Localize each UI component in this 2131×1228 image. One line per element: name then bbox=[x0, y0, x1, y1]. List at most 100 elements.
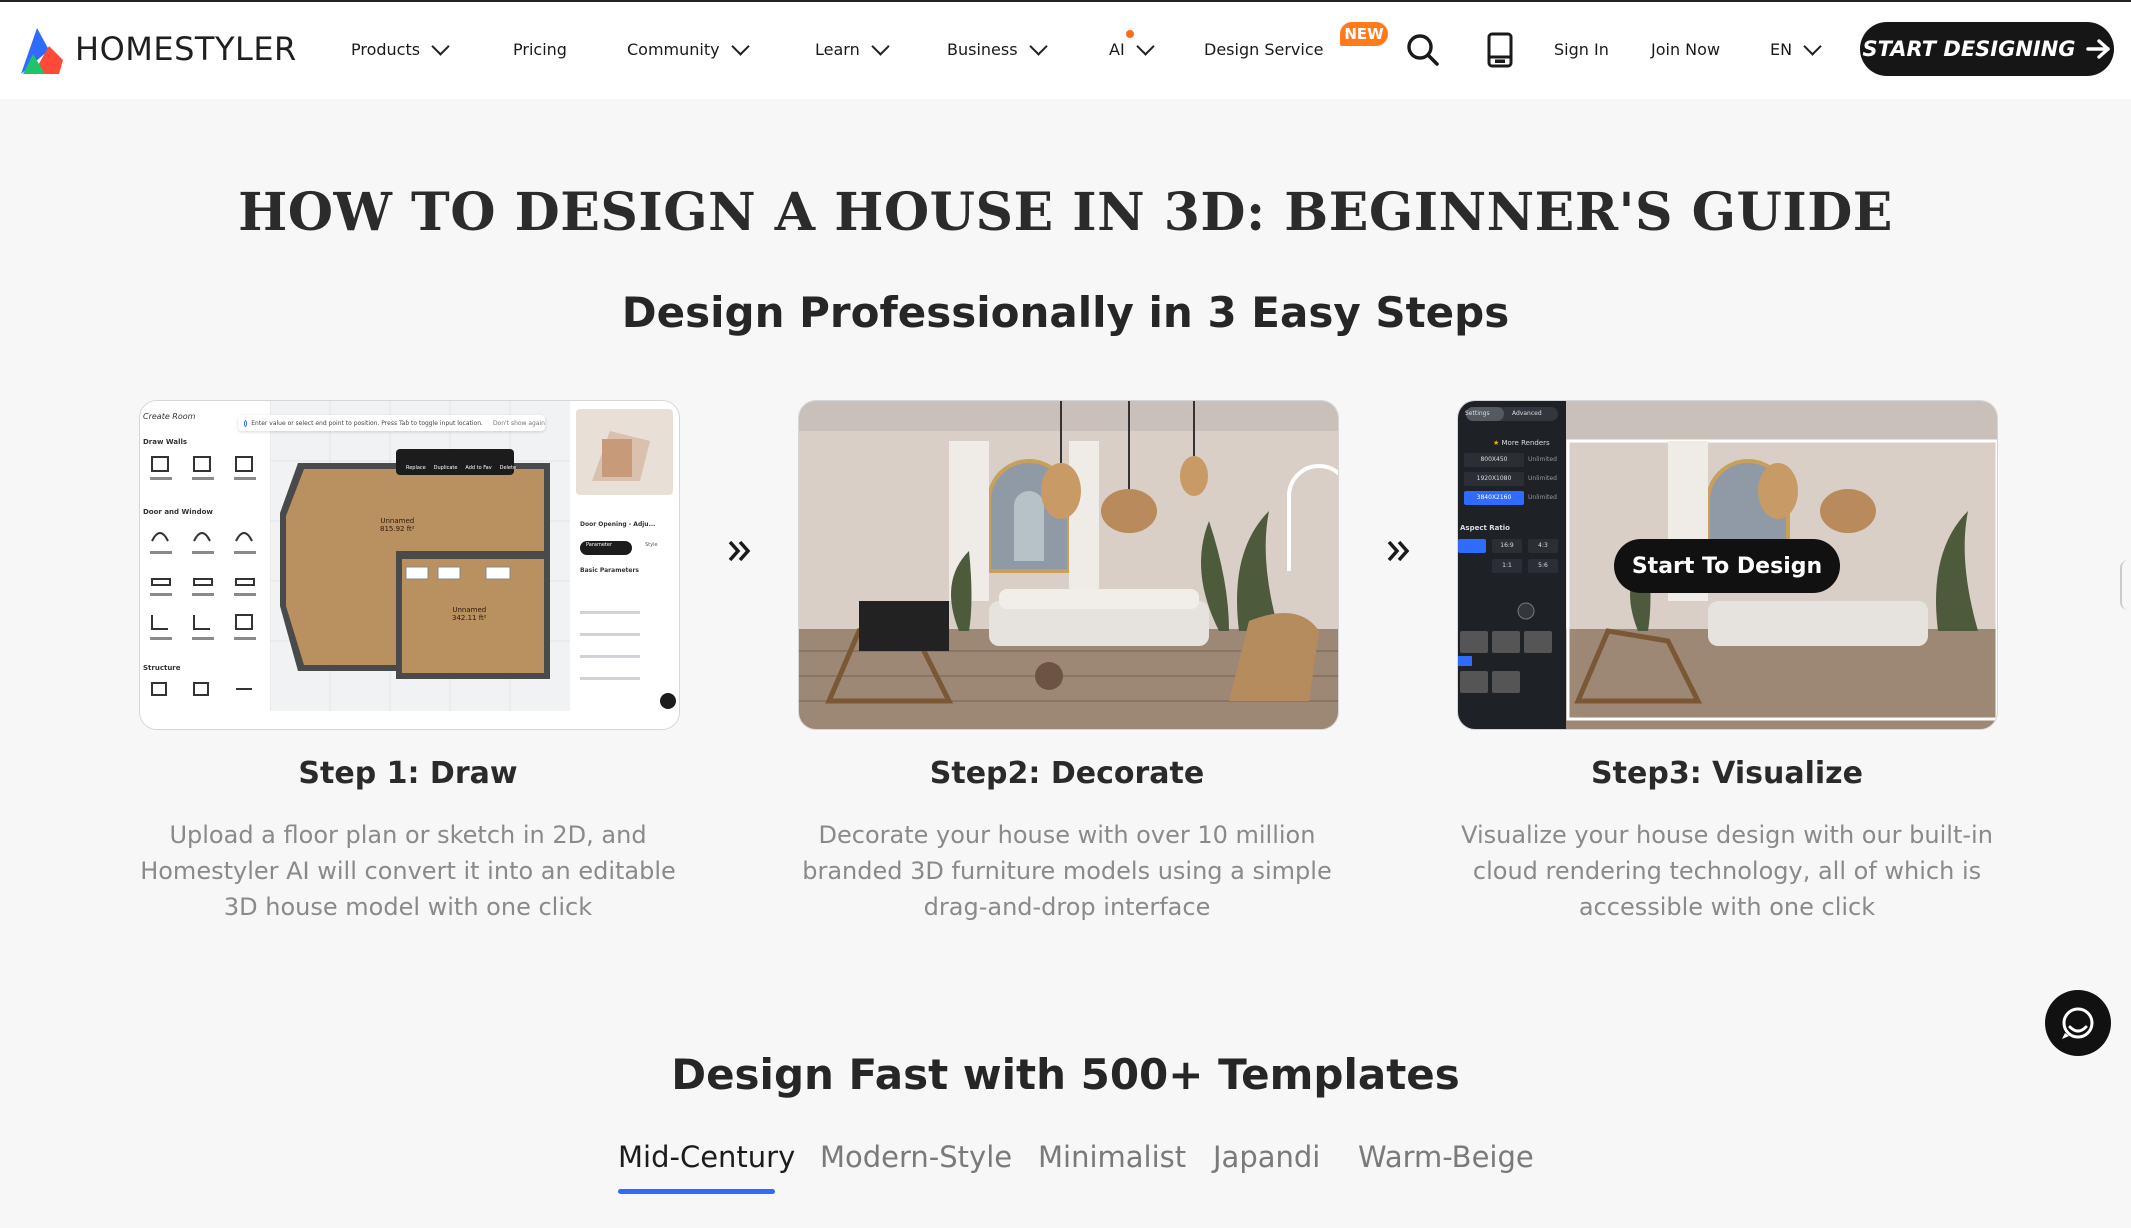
arrow-right-icon bbox=[2085, 39, 2110, 59]
room-2-name: Unnamed bbox=[452, 606, 487, 614]
props-tab-parameter: Parameter bbox=[586, 542, 613, 548]
search-icon bbox=[1407, 34, 1439, 66]
tab-japandi[interactable]: Japandi bbox=[1213, 1140, 1320, 1174]
nav-products-label: Products bbox=[351, 40, 421, 59]
room-label-2: Unnamed 342.11 ft² bbox=[452, 606, 487, 622]
homestyler-logo-icon bbox=[21, 28, 63, 74]
site-header: HOMESTYLER Products Pricing Community Le… bbox=[0, 0, 2131, 99]
toolbar-replace: Replace bbox=[405, 465, 426, 471]
steps-heading: Design Professionally in 3 Easy Steps bbox=[621, 288, 1510, 337]
more-renders-link: ★ More Renders bbox=[1493, 439, 1550, 447]
ratio-option: 4:3 bbox=[1538, 542, 1548, 549]
template-style-tabs: Mid-Century Modern-Style Minimalist Japa… bbox=[0, 1140, 2131, 1200]
mobile-app-button[interactable] bbox=[1478, 28, 1522, 72]
floor-plan-editor-illustration bbox=[140, 401, 679, 729]
props-tab-style: Style bbox=[645, 542, 658, 548]
sign-in-label: Sign In bbox=[1554, 40, 1609, 59]
chevron-down-icon bbox=[871, 37, 890, 56]
resolution-limit: Unlimited bbox=[1528, 475, 1557, 482]
chevron-down-icon bbox=[730, 37, 750, 56]
nav-community-label: Community bbox=[627, 40, 720, 59]
tab-modern-style[interactable]: Modern-Style bbox=[820, 1140, 1012, 1174]
step-2-title: Step2: Decorate bbox=[929, 756, 1205, 791]
toolbar-add-fav: Add to Fav bbox=[465, 465, 492, 471]
room-1-area: 815.92 ft² bbox=[380, 525, 415, 533]
step-arrow-icon bbox=[1383, 536, 1413, 566]
join-now-label: Join Now bbox=[1651, 40, 1721, 59]
editor-section-structure: Structure bbox=[143, 664, 181, 672]
step-3-description: Visualize your house design with our bui… bbox=[1461, 821, 1993, 921]
nav-ai[interactable]: AI bbox=[1109, 2, 1155, 97]
search-button[interactable] bbox=[1401, 28, 1445, 72]
step-arrow-icon bbox=[724, 536, 754, 566]
render-tab-settings: Settings bbox=[1465, 410, 1490, 417]
room-1-name: Unnamed bbox=[380, 517, 415, 525]
nav-learn[interactable]: Learn bbox=[815, 2, 890, 97]
editor-section-walls: Draw Walls bbox=[143, 438, 188, 446]
ratio-option: 16:9 bbox=[1500, 542, 1514, 549]
room-2-area: 342.11 ft² bbox=[452, 614, 487, 622]
start-designing-label: START DESIGNING bbox=[1862, 37, 2076, 61]
editor-hint-text: Enter value or select end point to posit… bbox=[251, 419, 483, 427]
nav-pricing[interactable]: Pricing bbox=[513, 2, 567, 97]
join-now-link[interactable]: Join Now bbox=[1651, 2, 1720, 97]
tab-minimalist[interactable]: Minimalist bbox=[1038, 1140, 1186, 1174]
aspect-ratio-label: Aspect Ratio bbox=[1460, 524, 1510, 532]
step-1-title: Step 1: Draw bbox=[298, 756, 518, 791]
editor-panel-title: Create Room bbox=[143, 412, 196, 421]
more-renders-label: More Renders bbox=[1501, 439, 1550, 447]
render-tab-advanced: Advanced bbox=[1512, 410, 1542, 417]
living-room-render-illustration bbox=[799, 401, 1338, 729]
editor-hint-bar: Enter value or select end point to posit… bbox=[238, 415, 545, 431]
editor-section-doors: Door and Window bbox=[143, 508, 213, 516]
side-drawer-handle[interactable] bbox=[2120, 560, 2131, 610]
step-1-image[interactable]: Create Room Draw Walls Door and Window S… bbox=[139, 400, 680, 730]
step-3-title: Step3: Visualize bbox=[1591, 756, 1863, 791]
resolution-option: 800X450 bbox=[1480, 456, 1508, 463]
chevron-down-icon bbox=[1028, 37, 1048, 56]
resolution-option: 3840X2160 bbox=[1476, 494, 1512, 501]
room-label-1: Unnamed 815.92 ft² bbox=[380, 517, 415, 533]
chat-support-icon bbox=[2062, 1007, 2094, 1039]
ratio-option: 5:6 bbox=[1538, 562, 1548, 569]
support-chat-button[interactable] bbox=[2045, 990, 2111, 1056]
language-label: EN bbox=[1770, 40, 1793, 59]
tab-warm-beige[interactable]: Warm-Beige bbox=[1358, 1140, 1534, 1174]
props-section: Basic Parameters bbox=[580, 567, 639, 574]
toolbar-duplicate: Duplicate bbox=[433, 465, 458, 471]
step-2-description: Decorate your house with over 10 million… bbox=[802, 821, 1332, 921]
new-badge: NEW bbox=[1340, 22, 1388, 46]
sign-in-link[interactable]: Sign In bbox=[1554, 2, 1609, 97]
nav-community[interactable]: Community bbox=[627, 2, 750, 97]
nav-pricing-label: Pricing bbox=[513, 40, 567, 59]
resolution-limit: Unlimited bbox=[1528, 494, 1557, 501]
resolution-limit: Unlimited bbox=[1528, 456, 1557, 463]
chevron-down-icon bbox=[431, 37, 450, 56]
props-title: Door Opening - Adju... bbox=[580, 521, 656, 528]
nav-products[interactable]: Products bbox=[351, 2, 450, 97]
editor-object-toolbar: Replace Duplicate Add to Fav Delete bbox=[402, 465, 520, 471]
nav-design-service-label: Design Service bbox=[1204, 40, 1324, 59]
nav-business[interactable]: Business bbox=[947, 2, 1048, 97]
ratio-option: 1:1 bbox=[1502, 562, 1512, 569]
templates-heading: Design Fast with 500+ Templates bbox=[671, 1050, 1460, 1099]
toolbar-delete: Delete bbox=[499, 465, 517, 471]
chevron-down-icon bbox=[1803, 37, 1822, 56]
start-to-design-button[interactable]: Start To Design bbox=[1614, 539, 1840, 593]
step-2-image[interactable] bbox=[798, 400, 1339, 730]
info-icon bbox=[244, 419, 248, 427]
star-icon: ★ bbox=[1493, 439, 1500, 447]
language-selector[interactable]: EN bbox=[1770, 2, 1822, 97]
brand-logo[interactable]: HOMESTYLER bbox=[19, 24, 297, 74]
nav-learn-label: Learn bbox=[815, 40, 860, 59]
step-1-description: Upload a floor plan or sketch in 2D, and… bbox=[140, 821, 676, 921]
chevron-down-icon bbox=[1135, 37, 1155, 56]
new-dot-icon bbox=[1126, 30, 1134, 38]
resolution-option: 1920X1080 bbox=[1476, 475, 1512, 482]
nav-design-service[interactable]: Design Service bbox=[1204, 2, 1323, 97]
dont-show-again: Don't show again bbox=[492, 419, 545, 427]
page-title: HOW TO DESIGN A HOUSE IN 3D: BEGINNER'S … bbox=[238, 182, 1893, 243]
tab-mid-century[interactable]: Mid-Century bbox=[618, 1140, 795, 1174]
mobile-phone-icon bbox=[1487, 32, 1513, 68]
start-designing-button[interactable]: START DESIGNING bbox=[1860, 22, 2114, 76]
